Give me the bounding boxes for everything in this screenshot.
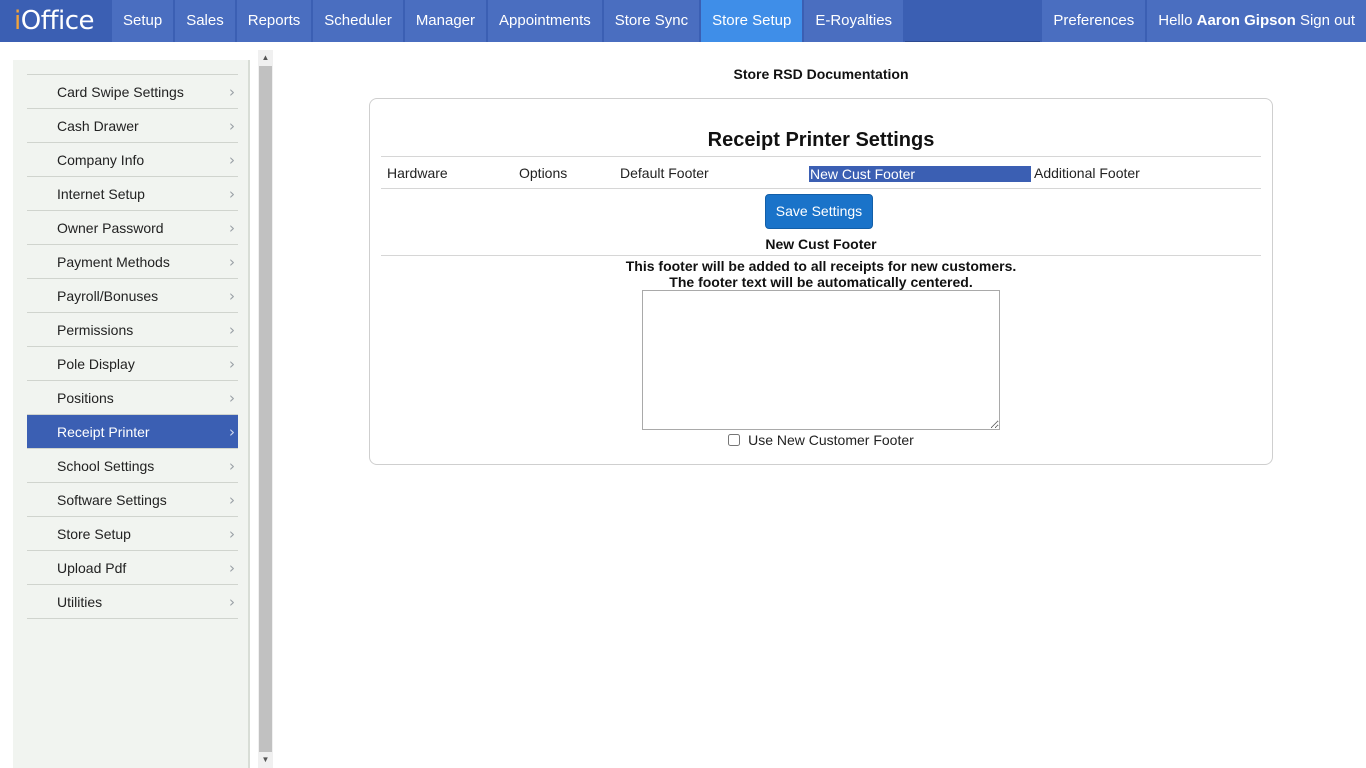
sidebar-item-label: Upload Pdf bbox=[57, 560, 127, 576]
greeting-text: Hello bbox=[1158, 12, 1193, 29]
logo-text: iOffice bbox=[14, 6, 95, 36]
section-divider bbox=[381, 255, 1261, 256]
sidebar-item-cash-drawer[interactable]: Cash Drawer › bbox=[27, 109, 238, 143]
tab-default-footer[interactable]: Default Footer bbox=[620, 165, 709, 181]
section-title: New Cust Footer bbox=[765, 236, 877, 252]
sidebar-item-internet-setup[interactable]: Internet Setup › bbox=[27, 177, 238, 211]
signout-link[interactable]: Sign out bbox=[1300, 12, 1355, 29]
description-line-2: The footer text will be automatically ce… bbox=[669, 274, 973, 290]
sidebar-item-label: Software Settings bbox=[57, 492, 167, 508]
sidebar-item-label: Store Setup bbox=[57, 526, 131, 542]
chevron-right-icon: › bbox=[229, 423, 235, 441]
documentation-link[interactable]: Store RSD Documentation bbox=[370, 66, 1272, 82]
sidebar-item-software-settings[interactable]: Software Settings › bbox=[27, 483, 238, 517]
sidebar-item-label: Company Info bbox=[57, 152, 145, 168]
chevron-right-icon: › bbox=[229, 355, 235, 373]
sidebar-item-label: Utilities bbox=[57, 594, 103, 610]
footer-description: This footer will be added to all receipt… bbox=[370, 258, 1272, 290]
sidebar-item-pole-display[interactable]: Pole Display › bbox=[27, 347, 238, 381]
settings-tabs: Hardware Options Default Footer New Cust… bbox=[381, 156, 1261, 189]
sidebar-item-card-swipe-settings[interactable]: Card Swipe Settings › bbox=[27, 75, 238, 109]
checkbox-label[interactable]: Use New Customer Footer bbox=[748, 432, 914, 448]
tab-additional-footer[interactable]: Additional Footer bbox=[1034, 165, 1140, 181]
scroll-down-arrow-icon[interactable]: ▼ bbox=[258, 752, 273, 768]
tab-options[interactable]: Options bbox=[519, 165, 567, 181]
use-footer-row: Use New Customer Footer bbox=[370, 432, 1272, 448]
sidebar-item-company-info[interactable]: Company Info › bbox=[27, 143, 238, 177]
sidebar-item-label: Card Swipe Settings bbox=[57, 84, 184, 100]
logo-i: i bbox=[14, 6, 21, 36]
chevron-right-icon: › bbox=[229, 83, 235, 101]
save-settings-button[interactable]: Save Settings bbox=[765, 194, 873, 229]
scroll-up-arrow-icon[interactable]: ▲ bbox=[258, 50, 273, 66]
nav-tab-setup[interactable]: Setup bbox=[112, 0, 176, 42]
nav-tab-appointments[interactable]: Appointments bbox=[488, 0, 604, 42]
sidebar-item-payroll-bonuses[interactable]: Payroll/Bonuses › bbox=[27, 279, 238, 313]
app-logo[interactable]: iOffice bbox=[0, 0, 112, 42]
chevron-right-icon: › bbox=[229, 321, 235, 339]
chevron-right-icon: › bbox=[229, 389, 235, 407]
use-new-customer-footer-checkbox[interactable] bbox=[728, 434, 741, 446]
sidebar-item-permissions[interactable]: Permissions › bbox=[27, 313, 238, 347]
chevron-right-icon: › bbox=[229, 219, 235, 237]
user-greeting: Hello Aaron Gipson Sign out bbox=[1145, 0, 1366, 42]
sidebar-item-school-settings[interactable]: School Settings › bbox=[27, 449, 238, 483]
main-nav: Setup Sales Reports Scheduler Manager Ap… bbox=[112, 0, 906, 42]
sidebar-item-store-setup[interactable]: Store Setup › bbox=[27, 517, 238, 551]
chevron-right-icon: › bbox=[229, 151, 235, 169]
sidebar-item-label: Permissions bbox=[57, 322, 134, 338]
sidebar-item-upload-pdf[interactable]: Upload Pdf › bbox=[27, 551, 238, 585]
sidebar-item-label: Internet Setup bbox=[57, 186, 145, 202]
chevron-right-icon: › bbox=[229, 287, 235, 305]
nav-tab-store-setup[interactable]: Store Setup bbox=[701, 0, 805, 42]
chevron-right-icon: › bbox=[229, 593, 235, 611]
settings-sidebar: Card Swipe Settings › Cash Drawer › Compan… bbox=[13, 60, 250, 768]
nav-tab-manager[interactable]: Manager bbox=[404, 0, 489, 42]
chevron-right-icon: › bbox=[229, 559, 235, 577]
user-nav: Preferences Hello Aaron Gipson Sign out bbox=[1040, 0, 1366, 42]
tab-new-cust-footer[interactable]: New Cust Footer bbox=[809, 166, 1031, 182]
sidebar-item-label: Cash Drawer bbox=[57, 118, 139, 134]
nav-tab-store-sync[interactable]: Store Sync bbox=[603, 0, 702, 42]
sidebar-item-label: Payment Methods bbox=[57, 254, 170, 270]
sidebar-item-label: Payroll/Bonuses bbox=[57, 288, 159, 304]
logo-office: Office bbox=[20, 6, 95, 36]
sidebar-item-positions[interactable]: Positions › bbox=[27, 381, 238, 415]
sidebar-item-label: Owner Password bbox=[57, 220, 164, 236]
sidebar-list: Card Swipe Settings › Cash Drawer › Compan… bbox=[27, 74, 238, 619]
nav-tab-e-royalties[interactable]: E-Royalties bbox=[804, 0, 906, 42]
scroll-thumb[interactable] bbox=[259, 66, 272, 752]
chevron-right-icon: › bbox=[229, 457, 235, 475]
sidebar-scrollbar[interactable]: ▲ ▼ bbox=[258, 50, 273, 768]
tab-hardware[interactable]: Hardware bbox=[387, 165, 448, 181]
chevron-right-icon: › bbox=[229, 491, 235, 509]
nav-tab-sales[interactable]: Sales bbox=[175, 0, 237, 42]
sidebar-item-label: Pole Display bbox=[57, 356, 135, 372]
chevron-right-icon: › bbox=[229, 185, 235, 203]
top-nav-bar: iOffice Setup Sales Reports Scheduler Ma… bbox=[0, 0, 1366, 42]
chevron-right-icon: › bbox=[229, 253, 235, 271]
sidebar-item-label: Receipt Printer bbox=[57, 424, 150, 440]
nav-tab-reports[interactable]: Reports bbox=[236, 0, 314, 42]
chevron-right-icon: › bbox=[229, 117, 235, 135]
user-name: Aaron Gipson bbox=[1196, 12, 1296, 29]
sidebar-item-label: School Settings bbox=[57, 458, 155, 474]
sidebar-item-label: Positions bbox=[57, 390, 114, 406]
panel-title: Receipt Printer Settings bbox=[707, 129, 935, 151]
chevron-right-icon: › bbox=[229, 525, 235, 543]
nav-tab-scheduler[interactable]: Scheduler bbox=[313, 0, 405, 42]
description-line-1: This footer will be added to all receipt… bbox=[625, 258, 1017, 274]
new-cust-footer-textarea[interactable] bbox=[642, 290, 1000, 430]
sidebar-item-utilities[interactable]: Utilities › bbox=[27, 585, 238, 619]
sidebar-item-receipt-printer[interactable]: Receipt Printer › bbox=[27, 415, 238, 449]
preferences-link[interactable]: Preferences bbox=[1040, 0, 1146, 42]
receipt-printer-panel: Receipt Printer Settings Hardware Option… bbox=[369, 98, 1273, 465]
sidebar-item-owner-password[interactable]: Owner Password › bbox=[27, 211, 238, 245]
sidebar-item-payment-methods[interactable]: Payment Methods › bbox=[27, 245, 238, 279]
